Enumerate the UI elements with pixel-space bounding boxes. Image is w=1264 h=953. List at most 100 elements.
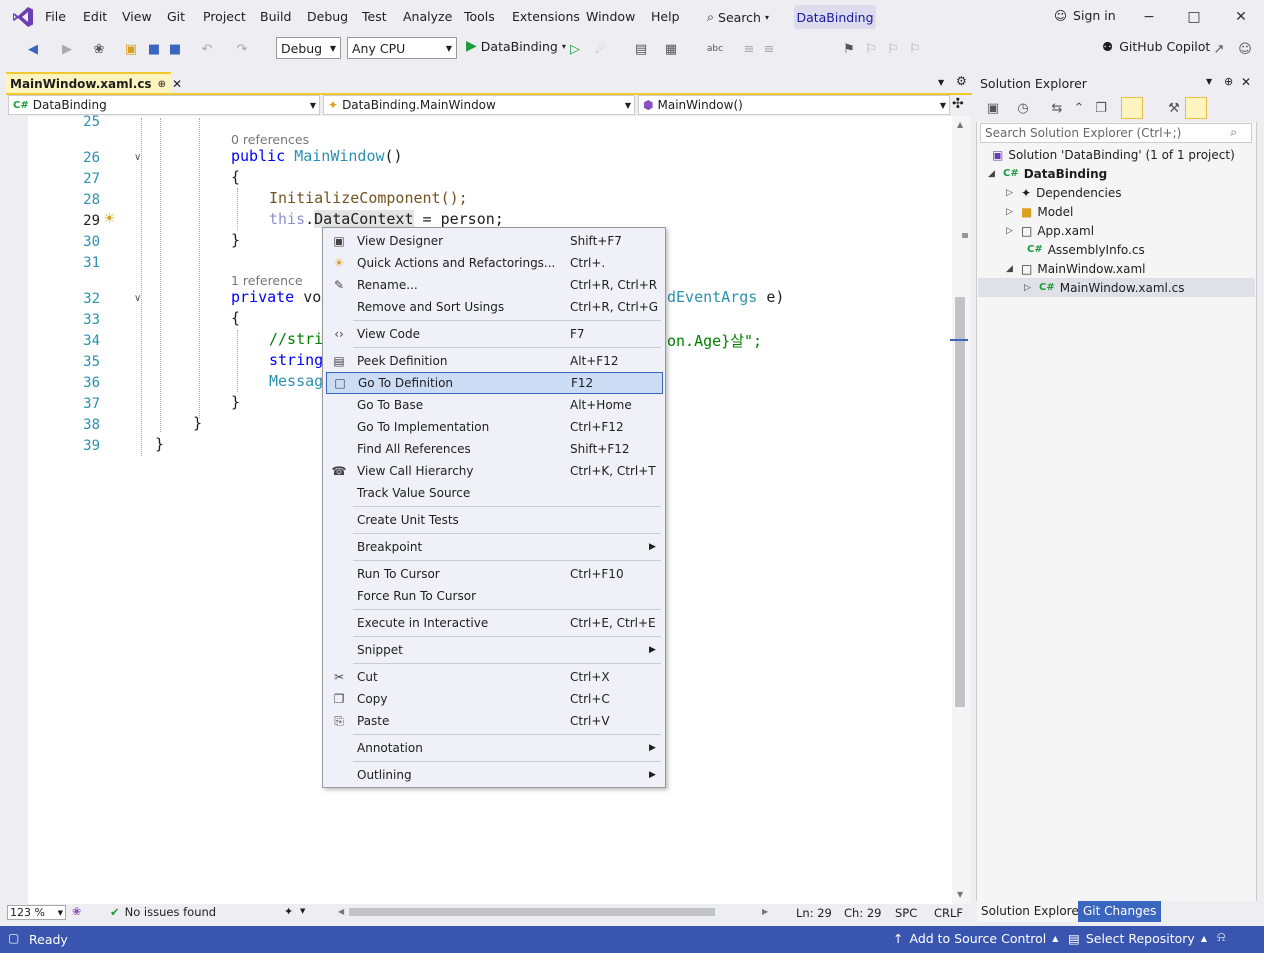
menu-item-create-unit-tests[interactable]: Create Unit Tests	[326, 509, 663, 531]
panel-menu-icon[interactable]: ▼	[1206, 77, 1212, 86]
menu-item-view-designer[interactable]: ▣ View Designer Shift+F7	[326, 230, 663, 252]
split-editor-icon[interactable]: ✣	[952, 96, 964, 112]
menu-build[interactable]: Build	[260, 9, 291, 24]
menu-item-peek-definition[interactable]: ▤ Peek Definition Alt+F12	[326, 350, 663, 372]
menu-item-view-call-hierarchy[interactable]: ☎ View Call Hierarchy Ctrl+K, Ctrl+T	[326, 460, 663, 482]
menu-item-outlining[interactable]: Outlining ▶	[326, 764, 663, 786]
minimize-button[interactable]: −	[1138, 6, 1160, 28]
scroll-up-icon[interactable]: ▲	[957, 120, 963, 129]
forward-icon[interactable]: ▶	[58, 40, 76, 58]
menu-item-remove-sort-usings[interactable]: Remove and Sort Usings Ctrl+R, Ctrl+G	[326, 296, 663, 318]
configuration-select[interactable]: Debug ▼	[276, 37, 341, 59]
menu-item-annotation[interactable]: Annotation ▶	[326, 737, 663, 759]
menu-item-rename[interactable]: ✎ Rename... Ctrl+R, Ctrl+R	[326, 274, 663, 296]
menu-item-force-run-to-cursor[interactable]: Force Run To Cursor	[326, 585, 663, 607]
menu-analyze[interactable]: Analyze	[403, 9, 452, 24]
menu-test[interactable]: Test	[362, 9, 387, 24]
menu-tools[interactable]: Tools	[464, 9, 495, 24]
horizontal-scrollbar-thumb[interactable]	[349, 908, 715, 916]
new-project-icon[interactable]: ❀	[90, 40, 108, 58]
menu-item-go-to-definition[interactable]: □ Go To Definition F12	[326, 372, 663, 394]
codelens-references[interactable]: 0 references	[231, 132, 309, 147]
start-debugging-button[interactable]: ▶ DataBinding ▾	[466, 38, 566, 54]
collapse-icon[interactable]: ∨	[134, 152, 141, 163]
menu-window[interactable]: Window	[586, 9, 635, 24]
close-panel-icon[interactable]: ✕	[1241, 75, 1251, 89]
tree-item-assemblyinfo[interactable]: C# AssemblyInfo.cs	[1027, 240, 1145, 259]
track-active-item-toggle[interactable]	[1121, 97, 1143, 119]
collapse-all-icon[interactable]: ⌃	[1070, 99, 1088, 117]
whitespace-indicator[interactable]: SPC	[895, 906, 917, 920]
tree-item-project[interactable]: ◢ C# DataBinding	[988, 164, 1107, 183]
line-ending-indicator[interactable]: CRLF	[934, 906, 963, 920]
back-icon[interactable]: ◀	[24, 40, 42, 58]
pin-icon[interactable]: ⊕	[158, 79, 166, 90]
type-navigation-select[interactable]: ✦ DataBinding.MainWindow ▼	[323, 95, 635, 115]
save-icon[interactable]: ■	[145, 40, 163, 58]
collapse-icon[interactable]: ∨	[134, 293, 141, 304]
sync-icon[interactable]: ⇆	[1048, 99, 1066, 117]
menu-item-snippet[interactable]: Snippet ▶	[326, 639, 663, 661]
clear-bookmarks-icon[interactable]: ⚐	[906, 40, 924, 58]
menu-item-view-code[interactable]: ‹› View Code F7	[326, 323, 663, 345]
tab-git-changes[interactable]: Git Changes	[1078, 901, 1162, 922]
menu-git[interactable]: Git	[167, 9, 185, 24]
menu-item-execute-in-interactive[interactable]: Execute in Interactive Ctrl+E, Ctrl+E	[326, 612, 663, 634]
uncomment-icon[interactable]: ≡	[760, 40, 778, 58]
start-without-debugging-icon[interactable]: ▷	[566, 40, 584, 58]
menu-debug[interactable]: Debug	[307, 9, 348, 24]
tab-overflow-icon[interactable]: ▼	[938, 78, 944, 87]
notifications-bell-icon[interactable]: ⍾	[1217, 930, 1226, 945]
menu-item-copy[interactable]: ❐ Copy Ctrl+C	[326, 688, 663, 710]
menu-item-find-all-references[interactable]: Find All References Shift+F12	[326, 438, 663, 460]
menu-extensions[interactable]: Extensions	[512, 9, 580, 24]
codelens-references[interactable]: 1 reference	[231, 273, 303, 288]
solution-explorer-search-input[interactable]: Search Solution Explorer (Ctrl+;) ⌕	[980, 123, 1252, 143]
close-tab-icon[interactable]: ✕	[172, 77, 182, 91]
menu-item-track-value-source[interactable]: Track Value Source	[326, 482, 663, 504]
lightbulb-icon[interactable]: ☀	[103, 211, 116, 227]
tree-item-dependencies[interactable]: ▷ ✦ Dependencies	[1006, 183, 1121, 202]
scroll-left-icon[interactable]: ◀	[338, 907, 344, 916]
menu-view[interactable]: View	[122, 9, 152, 24]
menu-item-quick-actions[interactable]: ☀ Quick Actions and Refactorings... Ctrl+.	[326, 252, 663, 274]
spell-check-icon[interactable]: abc	[706, 40, 724, 58]
menu-item-cut[interactable]: ✂ Cut Ctrl+X	[326, 666, 663, 688]
history-icon[interactable]: ◷	[1014, 99, 1032, 117]
bookmark-icon[interactable]: ⚑	[840, 40, 858, 58]
menu-help[interactable]: Help	[651, 9, 680, 24]
menu-item-go-to-base[interactable]: Go To Base Alt+Home	[326, 394, 663, 416]
menu-item-run-to-cursor[interactable]: Run To Cursor Ctrl+F10	[326, 563, 663, 585]
chevron-down-icon[interactable]: ▼	[300, 907, 305, 915]
comment-icon[interactable]: ≡	[740, 40, 758, 58]
undo-icon[interactable]: ↶	[198, 40, 216, 58]
feedback-icon[interactable]: ☺	[1236, 40, 1254, 58]
switch-views-icon[interactable]: ▣	[984, 99, 1002, 117]
menu-edit[interactable]: Edit	[83, 9, 107, 24]
scroll-right-icon[interactable]: ▶	[762, 907, 768, 916]
column-indicator[interactable]: Ch: 29	[844, 906, 881, 920]
menu-item-paste[interactable]: ⎘ Paste Ctrl+V	[326, 710, 663, 732]
search-button[interactable]: ⌕ Search ▾	[703, 6, 773, 28]
menu-item-go-to-implementation[interactable]: Go To Implementation Ctrl+F12	[326, 416, 663, 438]
close-window-button[interactable]: ✕	[1230, 6, 1252, 28]
zoom-select[interactable]: 123 % ▼	[7, 905, 66, 920]
settings-gear-icon[interactable]: ⚙	[956, 74, 967, 88]
scroll-down-icon[interactable]: ▼	[957, 890, 963, 899]
tree-item-model-folder[interactable]: ▷ ■ Model	[1006, 202, 1073, 221]
tree-item-mainwindow-xaml-cs[interactable]: ▷ C# MainWindow.xaml.cs	[1024, 278, 1185, 297]
tree-item-mainwindow-xaml[interactable]: ◢ □ MainWindow.xaml	[1006, 259, 1146, 278]
maximize-button[interactable]: □	[1183, 6, 1205, 28]
next-bookmark-icon[interactable]: ⚐	[884, 40, 902, 58]
pin-icon[interactable]: ⊕	[1224, 75, 1233, 88]
show-all-files-icon[interactable]: ❐	[1092, 99, 1110, 117]
scrollbar-thumb[interactable]	[955, 297, 965, 707]
open-folder-icon[interactable]: ▣	[122, 40, 140, 58]
layout-icon[interactable]: ▦	[662, 40, 680, 58]
menu-file[interactable]: File	[45, 9, 66, 24]
line-indicator[interactable]: Ln: 29	[796, 906, 832, 920]
github-copilot-button[interactable]: ⚉ GitHub Copilot	[1102, 39, 1210, 54]
select-repository-button[interactable]: ▤ Select Repository ▲	[1068, 931, 1207, 946]
sign-in-button[interactable]: ☺ Sign in	[1054, 8, 1116, 23]
menu-item-breakpoint[interactable]: Breakpoint ▶	[326, 536, 663, 558]
